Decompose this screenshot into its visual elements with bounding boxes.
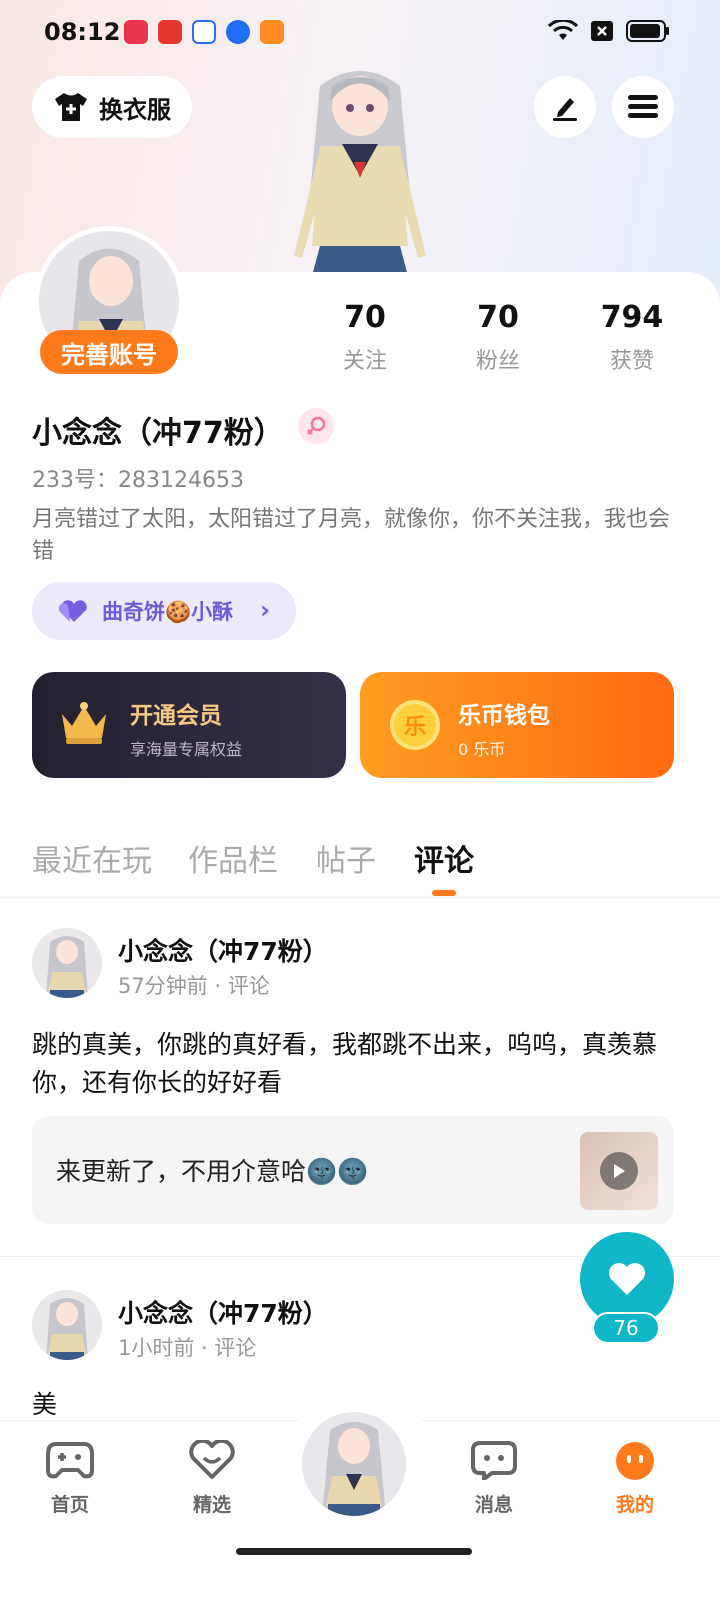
status-indicators bbox=[548, 20, 670, 42]
complete-account-badge[interactable]: 完善账号 bbox=[40, 330, 178, 374]
heart-smile-icon bbox=[189, 1438, 235, 1479]
fan-group-chip[interactable]: 曲奇饼🍪小酥 › bbox=[32, 582, 296, 640]
dress-up-button[interactable]: 换衣服 bbox=[32, 76, 192, 138]
comment-text: 跳的真美，你跳的真好看，我都跳不出来，呜呜，真羡慕你，还有你长的好好看 bbox=[32, 1030, 658, 1097]
nav-me[interactable]: 我的 bbox=[595, 1440, 675, 1517]
tab-comments[interactable]: 评论 bbox=[414, 836, 474, 880]
tab-works[interactable]: 作品栏 bbox=[188, 836, 278, 880]
no-sim-icon bbox=[591, 21, 613, 41]
nav-home-label: 首页 bbox=[50, 1494, 89, 1516]
status-time: 08:12 bbox=[44, 18, 121, 46]
coin-glyph: 乐 bbox=[403, 715, 426, 740]
followers-count: 70 bbox=[477, 300, 519, 335]
following-count: 70 bbox=[344, 300, 386, 335]
gamepad-icon bbox=[46, 1442, 94, 1479]
comment-meta: 57分钟前 · 评论 bbox=[118, 974, 270, 998]
commenter-name: 小念念（冲77粉） bbox=[118, 937, 328, 966]
profile-bio: 月亮错过了太阳，太阳错过了月亮，就像你，你不关注我，我也会错 bbox=[32, 507, 671, 564]
fan-group-label: 曲奇饼🍪小酥 bbox=[102, 600, 234, 624]
active-tab-indicator bbox=[432, 890, 456, 896]
battery-icon bbox=[626, 20, 669, 42]
commenter-avatar[interactable] bbox=[32, 1290, 102, 1360]
vip-subtitle: 享海量专属权益 bbox=[130, 740, 243, 759]
like-count: 76 bbox=[592, 1312, 660, 1344]
tshirt-icon bbox=[55, 93, 87, 121]
nav-me-label: 我的 bbox=[615, 1494, 654, 1516]
wallet-title: 乐币钱包 bbox=[458, 703, 550, 729]
following-label: 关注 bbox=[342, 349, 387, 374]
comment-meta: 1小时前 · 评论 bbox=[118, 1336, 257, 1360]
baidu-app-icon bbox=[192, 20, 216, 44]
quoted-post[interactable]: 来更新了，不用介意哈🌚🌚 bbox=[32, 1116, 674, 1224]
followers-label: 粉丝 bbox=[475, 349, 520, 374]
likes-stat[interactable]: 794 获赞 bbox=[577, 300, 687, 375]
status-bar: 08:12 bbox=[0, 0, 720, 64]
heart-icon bbox=[609, 1263, 645, 1295]
coin-wallet-card[interactable]: 乐 乐币钱包 0 乐币 bbox=[360, 672, 674, 778]
video-app-icon bbox=[124, 20, 148, 44]
browser-app-icon bbox=[226, 20, 250, 44]
likes-count: 794 bbox=[600, 300, 664, 335]
game-app-icon bbox=[260, 20, 284, 44]
wallet-balance: 0 乐币 bbox=[458, 740, 506, 759]
followers-stat[interactable]: 70 粉丝 bbox=[443, 300, 553, 375]
vip-membership-card[interactable]: 开通会员 享海量专属权益 bbox=[32, 672, 346, 778]
female-gender-icon bbox=[298, 408, 334, 444]
nav-featured[interactable]: 精选 bbox=[172, 1438, 252, 1517]
home-indicator bbox=[236, 1548, 472, 1555]
video-thumbnail[interactable] bbox=[580, 1132, 658, 1210]
nav-messages-label: 消息 bbox=[474, 1494, 513, 1516]
play-icon bbox=[600, 1152, 638, 1190]
nav-home[interactable]: 首页 bbox=[30, 1440, 110, 1517]
edit-profile-button[interactable] bbox=[534, 76, 596, 138]
avatar-character-illustration bbox=[294, 71, 426, 276]
dress-up-label: 换衣服 bbox=[99, 95, 171, 124]
likes-label: 获赞 bbox=[609, 349, 654, 374]
menu-icon bbox=[628, 95, 658, 118]
pencil-icon bbox=[553, 98, 577, 121]
tab-recently-played[interactable]: 最近在玩 bbox=[32, 836, 152, 880]
following-stat[interactable]: 70 关注 bbox=[310, 300, 420, 375]
wifi-icon bbox=[548, 20, 578, 40]
menu-button[interactable] bbox=[612, 76, 674, 138]
tab-posts[interactable]: 帖子 bbox=[316, 836, 376, 880]
profile-username: 小念念（冲77粉） bbox=[32, 416, 284, 451]
shopping-app-icon bbox=[158, 20, 182, 44]
commenter-name: 小念念（冲77粉） bbox=[118, 1299, 328, 1328]
chat-icon bbox=[471, 1441, 517, 1481]
commenter-avatar[interactable] bbox=[32, 928, 102, 998]
vip-title: 开通会员 bbox=[130, 703, 222, 729]
profile-face-icon bbox=[616, 1442, 654, 1480]
nav-featured-label: 精选 bbox=[192, 1494, 231, 1516]
chevron-right-icon: › bbox=[260, 596, 270, 624]
coin-icon: 乐 bbox=[390, 700, 440, 750]
crown-icon bbox=[62, 702, 106, 744]
profile-uid: 233号：283124653 bbox=[32, 468, 244, 493]
nav-messages[interactable]: 消息 bbox=[454, 1440, 534, 1517]
quoted-post-text: 来更新了，不用介意哈🌚🌚 bbox=[56, 1157, 369, 1186]
double-heart-icon bbox=[58, 600, 87, 622]
profile-tabs: 最近在玩 作品栏 帖子 评论 bbox=[0, 830, 720, 898]
nav-center-avatar[interactable] bbox=[298, 1408, 410, 1520]
